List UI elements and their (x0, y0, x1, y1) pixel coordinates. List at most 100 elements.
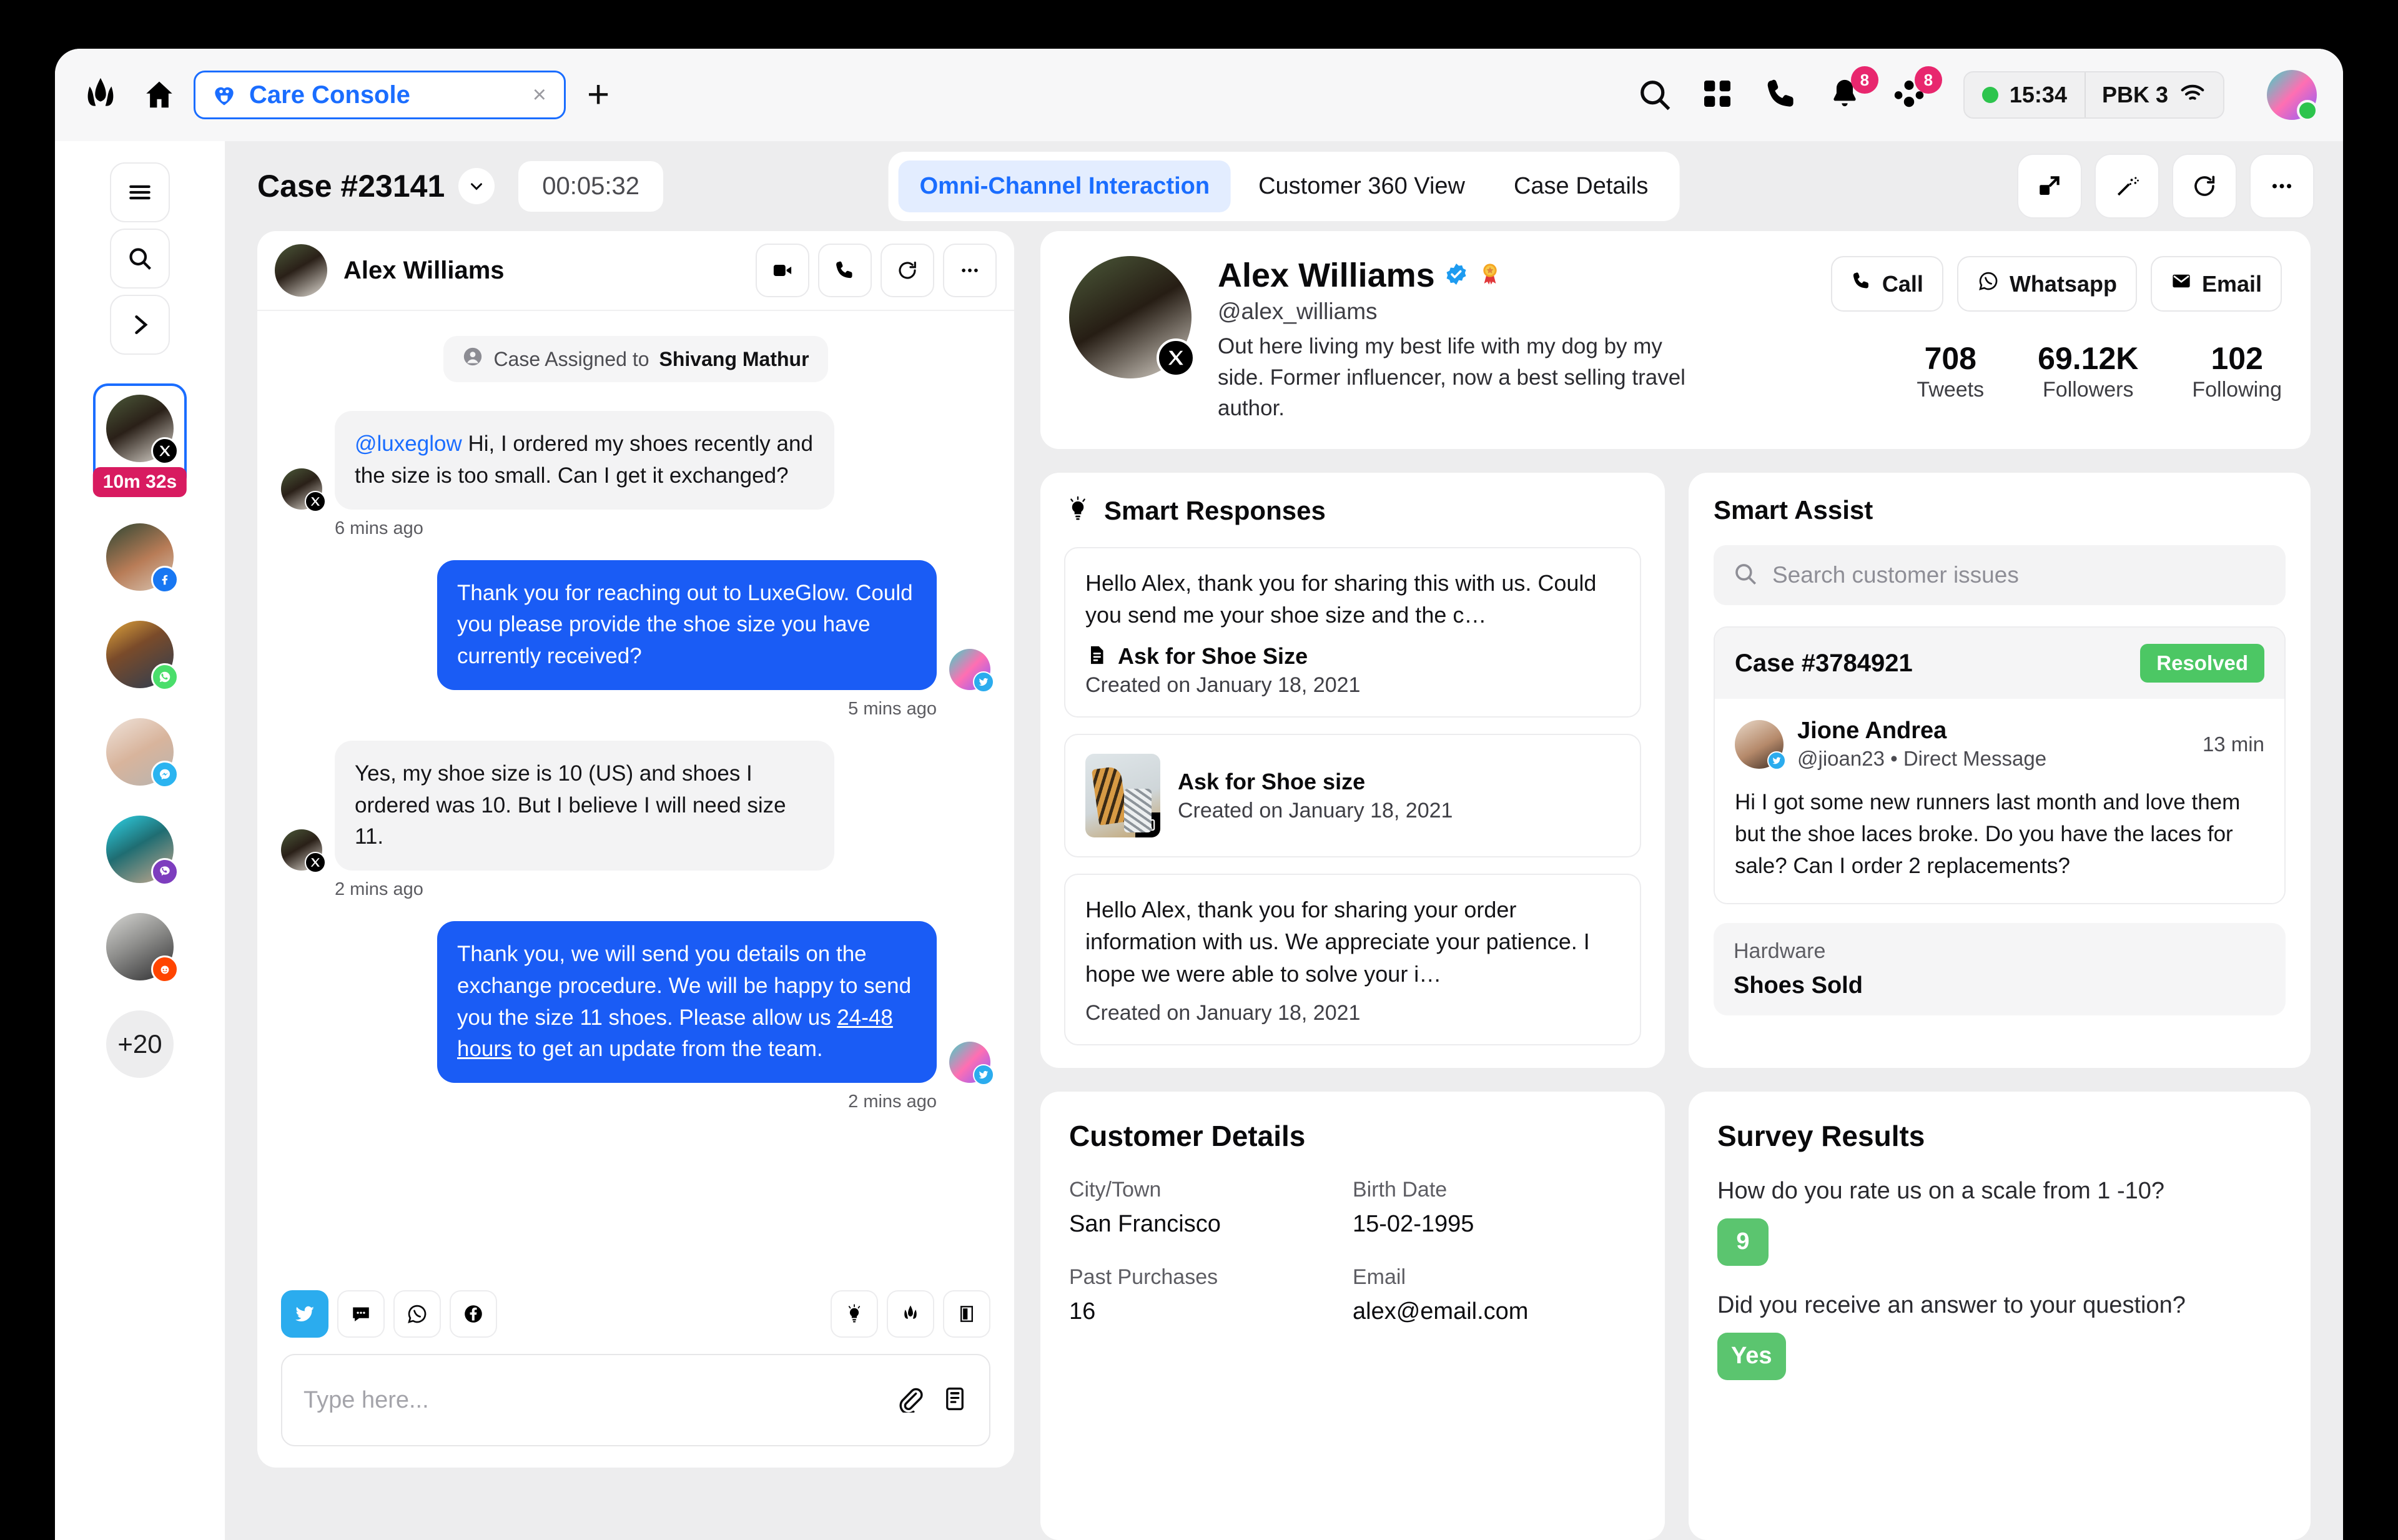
call-button-label: Call (1882, 270, 1923, 297)
profile-actions-and-stats: Call Whatsapp Email 708 Tweets 69.12K Fo… (1830, 256, 2282, 402)
facebook-icon[interactable] (450, 1290, 497, 1338)
profile-handle: @alex_williams (1218, 299, 1378, 324)
search-placeholder: Search customer issues (1772, 562, 2019, 588)
search-icon (1732, 561, 1759, 590)
network-section[interactable]: PBK 3 (2084, 72, 2223, 117)
wifi-icon (2178, 79, 2207, 111)
paperclip-icon[interactable] (896, 1385, 923, 1416)
sms-icon[interactable] (337, 1290, 385, 1338)
video-call-icon[interactable] (756, 244, 809, 297)
x-logo-icon (1157, 338, 1195, 377)
user-circle-icon (462, 346, 483, 372)
conversation-item[interactable] (93, 816, 187, 886)
close-icon[interactable]: × (529, 82, 550, 109)
reddit-icon (151, 955, 179, 983)
detail-label: Past Purchases (1069, 1265, 1218, 1289)
phone-icon[interactable] (818, 244, 872, 297)
smart-response-card[interactable]: Ask for Shoe size Created on January 18,… (1064, 734, 1641, 858)
tab-omni-channel-interaction[interactable]: Omni-Channel Interaction (898, 160, 1231, 212)
conversation-item[interactable] (93, 913, 187, 983)
survey-item: How do you rate us on a scale from 1 -10… (1717, 1178, 2282, 1292)
conversation-list: 10m 32s +20 (92, 383, 187, 1108)
conversation-item[interactable] (93, 718, 187, 788)
more-options-icon[interactable] (943, 244, 997, 297)
home-icon[interactable] (142, 78, 176, 112)
smart-response-card[interactable]: Hello Alex, thank you for sharing this w… (1064, 547, 1641, 718)
document-icon (1085, 644, 1108, 669)
conversation-item[interactable] (93, 523, 187, 593)
avatar[interactable] (2267, 70, 2318, 121)
messenger-icon (151, 761, 179, 788)
grid-apps-icon[interactable] (1700, 76, 1737, 114)
whatsapp-icon[interactable] (393, 1290, 441, 1338)
detail-birth-date: Birth Date 15-02-1995 (1353, 1178, 1636, 1238)
related-case-card[interactable]: Case #3784921 Resolved Jione Andrea @jio… (1714, 626, 2286, 905)
template-icon[interactable] (942, 1386, 968, 1415)
refresh-icon[interactable] (881, 244, 934, 297)
conversation-item[interactable] (93, 621, 187, 691)
customer-profile-card: Alex Williams @alex_williams Out here li… (1040, 231, 2311, 450)
viber-icon (151, 858, 179, 886)
smart-response-card[interactable]: Hello Alex, thank you for sharing your o… (1064, 874, 1641, 1045)
search-icon[interactable] (1636, 76, 1674, 114)
bell-icon[interactable]: 8 (1827, 66, 1878, 114)
related-case-time: 13 min (2202, 732, 2264, 756)
leaf-logo-icon[interactable] (887, 1290, 934, 1338)
search-icon[interactable] (110, 229, 170, 289)
top-bar-actions: 8 8 15:34 PBK 3 (1636, 66, 2318, 121)
tab-customer-360-view[interactable]: Customer 360 View (1237, 160, 1486, 212)
new-tab-button[interactable]: + (587, 76, 609, 114)
profile-name-row: Alex Williams (1218, 256, 1699, 295)
related-case-handle: @jioan23 (1797, 747, 1885, 771)
smart-assist-title: Smart Assist (1714, 495, 1873, 525)
tab-case-details[interactable]: Case Details (1493, 160, 1669, 212)
x-twitter-icon (305, 490, 326, 512)
more-conversations[interactable]: +20 (93, 1010, 187, 1078)
profile-stats: 708 Tweets 69.12K Followers 102 Followin… (1917, 340, 2282, 402)
refresh-icon[interactable] (2172, 154, 2237, 219)
image-icon (1135, 812, 1160, 838)
detail-value: alex@email.com (1353, 1298, 1529, 1325)
related-case-person-text: Jione Andrea @jioan23 • Direct Message (1797, 718, 2046, 771)
conversation-item-active[interactable]: 10m 32s (92, 383, 187, 497)
knowledge-icon[interactable] (943, 1290, 990, 1338)
smart-response-text: Hello Alex, thank you for sharing your o… (1085, 897, 1590, 987)
twitter-icon[interactable] (281, 1290, 328, 1338)
device-frame: Care Console × + 8 8 15:34 PBK 3 10m 32s… (0, 0, 2398, 1540)
chevron-down-icon[interactable] (458, 168, 495, 204)
more-options-icon[interactable] (2249, 154, 2314, 219)
twitter-icon (973, 671, 994, 693)
message-incoming: @luxeglow Hi, I ordered my shoes recentl… (281, 411, 990, 539)
browser-tab[interactable]: Care Console × (194, 71, 566, 119)
magic-wand-icon[interactable] (2095, 154, 2159, 219)
call-button[interactable]: Call (1830, 256, 1943, 312)
mention-handle[interactable]: @luxeglow (355, 432, 462, 456)
transfer-icon[interactable] (2017, 154, 2082, 219)
stat-followers: 69.12K Followers (2038, 340, 2138, 402)
workspace-actions (2017, 154, 2314, 219)
lightbulb-icon (1064, 495, 1092, 526)
survey-results-panel: Survey Results How do you rate us on a s… (1689, 1091, 2311, 1540)
whatsapp-button[interactable]: Whatsapp (1956, 256, 2137, 312)
message-input[interactable]: Type here... (281, 1354, 990, 1446)
stat-label: Tweets (1917, 378, 1985, 402)
lightbulb-icon[interactable] (831, 1290, 878, 1338)
search-input[interactable]: Search customer issues (1714, 545, 2286, 606)
bullet-separator: • (1890, 747, 1898, 771)
detail-past-purchases: Past Purchases 16 (1069, 1265, 1353, 1325)
people-icon[interactable]: 8 (1891, 66, 1942, 114)
email-button[interactable]: Email (2150, 256, 2282, 312)
conversation-timer: 10m 32s (92, 467, 187, 497)
related-case-message: Hi I got some new runners last month and… (1735, 790, 2241, 878)
smart-response-date: Created on January 18, 2021 (1178, 798, 1453, 822)
chevron-right-icon[interactable] (110, 295, 170, 355)
chat-panel: Alex Williams Case Assigned to Shivang M… (257, 231, 1014, 1468)
online-dot-icon (1981, 87, 1998, 103)
composer: Type here... (257, 1290, 1014, 1468)
hamburger-menu-icon[interactable] (110, 162, 170, 222)
status-pill: 15:34 PBK 3 (1963, 71, 2224, 119)
phone-icon[interactable] (1764, 76, 1801, 114)
message-bubble: Thank you for reaching out to LuxeGlow. … (437, 560, 937, 690)
case-timer: 00:05:32 (518, 160, 663, 212)
facebook-icon (151, 566, 179, 593)
